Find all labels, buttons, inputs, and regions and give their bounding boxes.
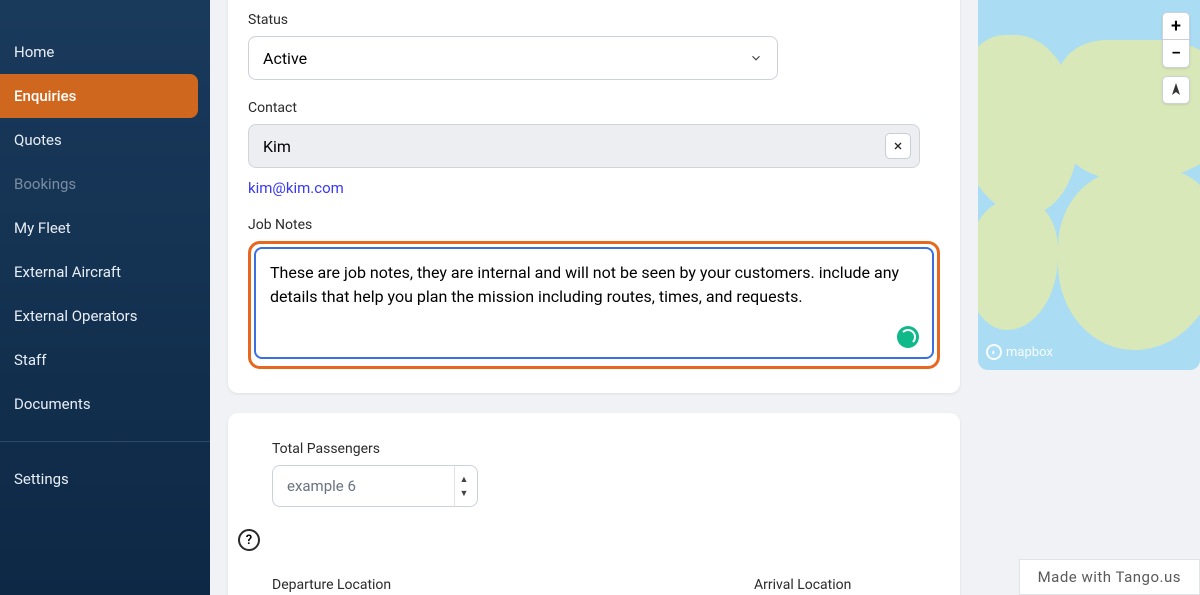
sidebar: Home Enquiries Quotes Bookings My Fleet … <box>0 0 210 595</box>
sidebar-item-my-fleet[interactable]: My Fleet <box>0 206 198 250</box>
passengers-label: Total Passengers <box>272 441 926 457</box>
leg-details-card: Total Passengers example 6 ▲ ▼ ? Departu… <box>228 413 960 595</box>
status-value: Active <box>263 49 307 68</box>
enquiry-details-card: Status Active Contact Kim kim@kim.com Jo… <box>228 0 960 393</box>
sidebar-item-documents[interactable]: Documents <box>0 382 198 426</box>
map-canvas[interactable]: + − ◐ mapbox <box>978 0 1200 370</box>
saving-spinner-icon <box>897 326 919 348</box>
stepper-buttons: ▲ ▼ <box>454 466 473 506</box>
sidebar-item-enquiries[interactable]: Enquiries <box>0 74 198 118</box>
help-icon[interactable]: ? <box>238 529 260 551</box>
mapbox-logo-icon: ◐ <box>986 344 1002 360</box>
zoom-out-button[interactable]: − <box>1162 40 1190 68</box>
passengers-stepper[interactable]: example 6 ▲ ▼ <box>272 465 478 507</box>
stepper-down-button[interactable]: ▼ <box>455 486 473 500</box>
contact-value: Kim <box>263 137 291 156</box>
tango-watermark: Made with Tango.us <box>1019 559 1200 595</box>
job-notes-textarea[interactable] <box>254 247 934 359</box>
map-panel: + − ◐ mapbox <box>978 0 1200 595</box>
sidebar-item-bookings[interactable]: Bookings <box>0 162 198 206</box>
clear-contact-button[interactable] <box>885 133 911 159</box>
location-row: Departure Location Arrival Location <box>238 577 926 595</box>
sidebar-item-external-aircraft[interactable]: External Aircraft <box>0 250 198 294</box>
compass-icon <box>1170 83 1182 97</box>
status-label: Status <box>248 12 940 28</box>
departure-label: Departure Location <box>272 577 734 593</box>
sidebar-item-staff[interactable]: Staff <box>0 338 198 382</box>
map-controls: + − <box>1162 12 1190 104</box>
sidebar-item-settings[interactable]: Settings <box>0 457 198 501</box>
contact-label: Contact <box>248 100 940 116</box>
stepper-up-button[interactable]: ▲ <box>455 472 473 486</box>
contact-email-link[interactable]: kim@kim.com <box>248 179 344 197</box>
sidebar-item-external-operators[interactable]: External Operators <box>0 294 198 338</box>
close-icon <box>892 140 904 152</box>
sidebar-item-quotes[interactable]: Quotes <box>0 118 198 162</box>
sidebar-divider <box>0 441 210 442</box>
zoom-in-button[interactable]: + <box>1162 12 1190 40</box>
compass-button[interactable] <box>1162 76 1190 104</box>
contact-input[interactable]: Kim <box>248 124 920 168</box>
main-content: Status Active Contact Kim kim@kim.com Jo… <box>210 0 978 595</box>
status-select[interactable]: Active <box>248 36 778 80</box>
mapbox-attribution: ◐ mapbox <box>986 344 1053 360</box>
chevron-down-icon <box>749 51 763 65</box>
sidebar-item-home[interactable]: Home <box>0 30 198 74</box>
arrival-label: Arrival Location <box>754 577 974 593</box>
job-notes-label: Job Notes <box>248 217 940 233</box>
passengers-placeholder: example 6 <box>287 477 356 495</box>
job-notes-highlight <box>248 241 940 369</box>
